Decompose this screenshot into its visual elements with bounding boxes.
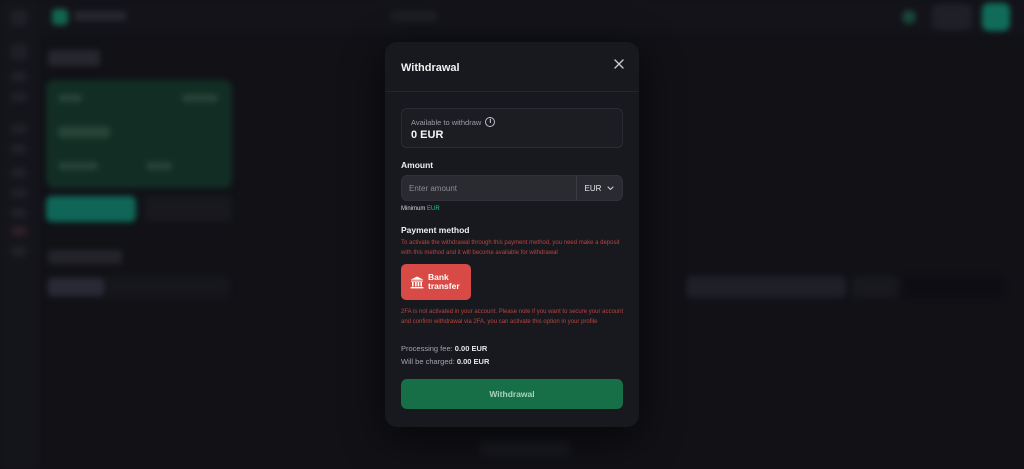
twofa-notice: 2FA is not activated in your account. Pl… <box>401 309 624 325</box>
info-icon[interactable]: i <box>485 117 496 127</box>
minimum-value: EUR <box>427 206 440 212</box>
amount-label: Amount <box>401 160 434 170</box>
withdrawal-submit-button[interactable]: Withdrawal <box>401 379 623 409</box>
chevron-down-icon <box>607 185 614 190</box>
payment-method-notice: To activate the withdrawal through this … <box>401 240 620 256</box>
modal-header: Withdrawal <box>385 42 639 92</box>
bank-transfer-label: Bank transfer <box>428 272 460 291</box>
minimum-label: Minimum <box>401 206 426 212</box>
charged-label: Will be charged: <box>401 357 455 366</box>
charged-value: 0.00 EUR <box>456 357 490 366</box>
bank-transfer-option[interactable]: Bank transfer <box>401 264 471 300</box>
amount-input[interactable] <box>402 176 576 200</box>
bank-icon <box>410 276 424 288</box>
balance-value: 0 EUR <box>411 129 444 141</box>
available-balance-box: Available to withdraw i 0 EUR <box>401 108 623 148</box>
balance-label: Available to withdraw <box>411 117 482 127</box>
amount-field-group: EUR <box>401 175 623 201</box>
currency-value: EUR <box>584 183 602 193</box>
processing-fee-label: Processing fee: <box>401 344 453 353</box>
withdrawal-modal: Withdrawal Available to withdraw i 0 EUR… <box>385 42 639 427</box>
processing-fee: Processing fee: 0.00 EUR <box>401 344 487 353</box>
payment-method-label: Payment method <box>401 225 470 235</box>
charged-amount: Will be charged: 0.00 EUR <box>401 357 489 366</box>
modal-title: Withdrawal <box>401 62 460 74</box>
close-icon <box>614 59 624 69</box>
currency-select[interactable]: EUR <box>576 176 622 200</box>
close-button[interactable] <box>611 56 627 72</box>
minimum-amount: Minimum EUR <box>401 206 440 212</box>
balance-label-row: Available to withdraw i <box>411 117 496 127</box>
processing-fee-value: 0.00 EUR <box>454 344 488 353</box>
